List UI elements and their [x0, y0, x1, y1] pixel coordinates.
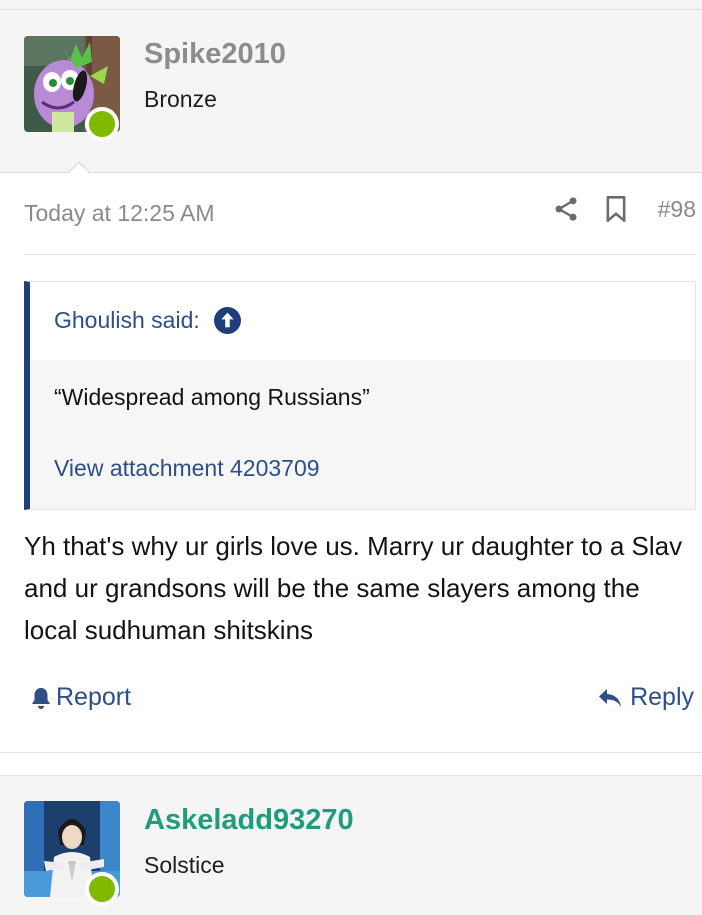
- reply-icon: [599, 688, 622, 707]
- report-label: Report: [56, 683, 132, 711]
- reply-label: Reply: [630, 683, 694, 711]
- post-date[interactable]: Today at 12:25 AM: [24, 200, 215, 227]
- quote-header: Ghoulish said:: [30, 282, 695, 360]
- bell-icon: [32, 687, 50, 709]
- report-button[interactable]: Report: [30, 683, 131, 712]
- divider: [24, 254, 696, 255]
- message-user-block: Askeladd93270 Solstice: [0, 775, 702, 915]
- share-icon[interactable]: [552, 195, 580, 223]
- online-status-dot: [85, 872, 119, 906]
- message-user-block: Spike2010 Bronze: [0, 10, 702, 184]
- arrow-up-circle-icon[interactable]: [213, 307, 241, 334]
- quote-author: Ghoulish said:: [54, 307, 200, 333]
- quote-block: Ghoulish said: “Widespread among Russian…: [24, 281, 696, 510]
- username[interactable]: Spike2010: [144, 38, 286, 71]
- post-separator: [0, 754, 702, 775]
- message-content: Today at 12:25 AM #98 Ghoulish said: “Wi…: [0, 173, 702, 753]
- user-title: Bronze: [144, 86, 217, 112]
- top-bar: [0, 0, 702, 10]
- post-actions: #98: [552, 195, 696, 223]
- quote-text: “Widespread among Russians”: [54, 384, 370, 410]
- user-title: Solstice: [144, 852, 225, 878]
- post-number[interactable]: #98: [658, 196, 696, 223]
- online-status-dot: [85, 107, 119, 141]
- quote-author-link[interactable]: Ghoulish said:: [54, 307, 241, 334]
- bookmark-icon[interactable]: [604, 195, 628, 223]
- view-attachment-link[interactable]: View attachment 4203709: [54, 455, 320, 482]
- post-body: Yh that's why ur girls love us. Marry ur…: [24, 531, 683, 645]
- username[interactable]: Askeladd93270: [144, 804, 354, 837]
- reply-button[interactable]: Reply: [597, 683, 694, 712]
